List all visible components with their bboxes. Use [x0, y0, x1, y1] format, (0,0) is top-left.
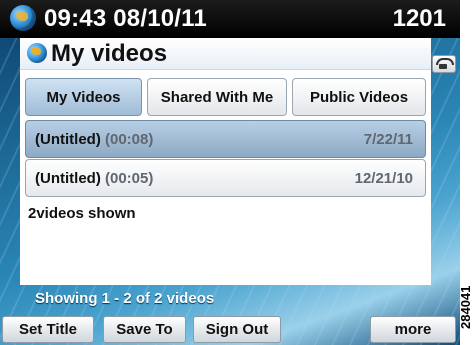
videos-count-text: 2videos shown [28, 205, 136, 222]
line-extension: 1201 [392, 5, 446, 32]
clock-date: 09:43 08/10/11 [44, 5, 207, 32]
video-tabs: My Videos Shared With Me Public Videos [25, 74, 426, 120]
video-duration: (00:05) [105, 170, 154, 187]
status-bar: 09:43 08/10/11 1201 [0, 0, 460, 38]
page-title: My videos [51, 40, 168, 67]
set-title-softkey[interactable]: Set Title [2, 316, 94, 343]
more-softkey[interactable]: more [370, 316, 456, 343]
figure-id: 284041 [458, 285, 473, 329]
video-title: (Untitled) [35, 131, 101, 148]
footer-status-text: Showing 1 - 2 of 2 videos [35, 290, 215, 307]
softkey-bar: Set Title Save To Sign Out more [0, 314, 460, 345]
tab-shared-with-me[interactable]: Shared With Me [147, 78, 287, 116]
tab-my-videos[interactable]: My Videos [25, 78, 142, 116]
video-duration: (00:08) [105, 131, 154, 148]
globe-icon [27, 43, 47, 63]
video-date: 7/22/11 [363, 131, 413, 148]
video-title-and-duration: (Untitled) (00:05) [35, 170, 153, 187]
globe-icon [10, 5, 36, 31]
video-date: 12/21/10 [354, 170, 413, 187]
video-list-item[interactable]: (Untitled) (00:05) 12/21/10 [25, 159, 426, 197]
video-title: (Untitled) [35, 170, 101, 187]
sign-out-softkey[interactable]: Sign Out [193, 316, 281, 343]
panel-titlebar: My videos [20, 38, 431, 70]
video-title-and-duration: (Untitled) (00:08) [35, 131, 153, 148]
phone-icon[interactable] [432, 55, 456, 73]
video-list-item[interactable]: (Untitled) (00:08) 7/22/11 [25, 120, 426, 158]
save-to-softkey[interactable]: Save To [103, 316, 186, 343]
tab-public-videos[interactable]: Public Videos [292, 78, 426, 116]
videos-panel: My videos My Videos Shared With Me Publi… [20, 38, 431, 285]
